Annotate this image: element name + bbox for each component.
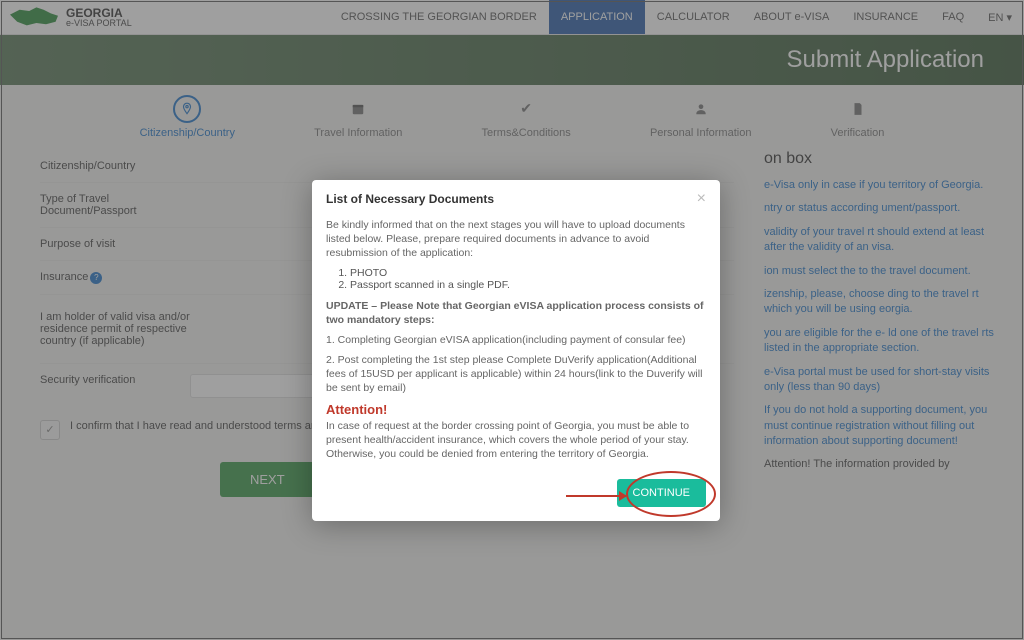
update-step1: 1. Completing Georgian eVISA application… [326,333,706,347]
update-step2: 2. Post completing the 1st step please C… [326,353,706,396]
attention-body: In case of request at the border crossin… [326,419,706,462]
attention-title: Attention! [326,402,706,417]
continue-button[interactable]: CONTINUE [617,479,706,507]
annotation-arrow [566,495,626,497]
close-icon[interactable]: × [697,190,706,208]
update-note: UPDATE – Please Note that Georgian eVISA… [326,299,706,327]
modal-title: List of Necessary Documents [326,192,494,206]
documents-modal: List of Necessary Documents × Be kindly … [312,180,720,521]
doc-passport: Passport scanned in a single PDF. [350,279,706,291]
doc-photo: PHOTO [350,267,706,279]
modal-intro: Be kindly informed that on the next stag… [326,218,706,261]
